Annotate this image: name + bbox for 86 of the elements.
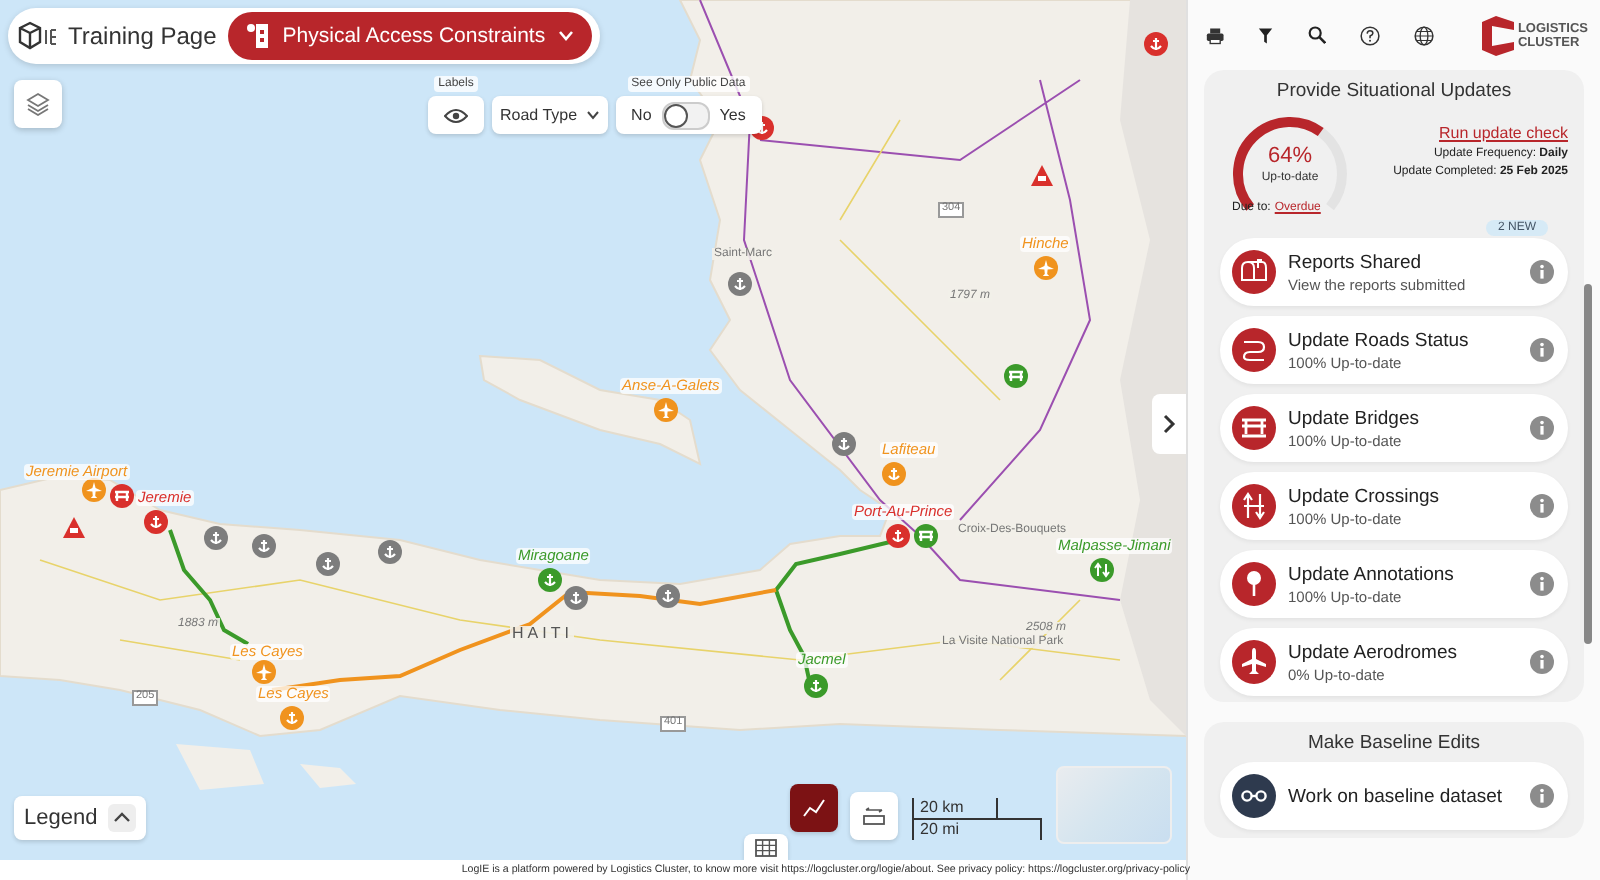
bridge-pin-icon[interactable] <box>110 484 134 508</box>
anchor-pin-icon[interactable] <box>564 586 588 610</box>
chevron-right-icon <box>1162 414 1176 434</box>
glasses-icon <box>1232 774 1276 818</box>
expand-panel-button[interactable] <box>1152 394 1186 454</box>
warning-triangle-icon[interactable] <box>1030 164 1054 188</box>
anchor-pin-icon[interactable] <box>316 552 340 576</box>
anchor-pin-icon[interactable] <box>144 510 168 534</box>
airplane-pin-icon[interactable] <box>82 478 106 502</box>
anchor-pin-icon[interactable] <box>204 526 228 550</box>
legend-button[interactable]: Legend <box>14 796 146 840</box>
info-icon[interactable] <box>1530 572 1554 596</box>
card-title: Make Baseline Edits <box>1305 732 1483 754</box>
toggle-off-label: No <box>631 106 652 124</box>
baseline-list-item[interactable]: Work on baseline dataset <box>1220 762 1568 830</box>
document-icon <box>246 22 271 50</box>
toggle-switch[interactable] <box>661 101 710 129</box>
anchor-pin-icon[interactable] <box>728 272 752 296</box>
airplane-icon <box>1232 640 1276 684</box>
cube-logo-icon <box>16 20 60 52</box>
minimap-thumbnail[interactable] <box>1056 766 1172 844</box>
item-title: Reports Shared <box>1288 251 1424 273</box>
cluster-logo-icon <box>1479 13 1516 57</box>
anchor-pin-icon[interactable] <box>280 706 304 730</box>
item-title: Update Aerodromes <box>1288 641 1459 663</box>
arrows-icon <box>1232 484 1276 528</box>
anchor-pin-icon[interactable] <box>252 534 276 558</box>
ruler-icon <box>862 806 886 826</box>
airplane-pin-icon[interactable] <box>1034 256 1058 280</box>
info-icon[interactable] <box>1530 784 1554 808</box>
item-title: Update Crossings <box>1288 485 1442 507</box>
anchor-pin-icon[interactable] <box>804 674 828 698</box>
item-title: Update Roads Status <box>1288 329 1471 351</box>
bridge-icon <box>1232 406 1276 450</box>
search-icon[interactable] <box>1307 24 1326 46</box>
country-label: HAITI <box>510 626 575 642</box>
scale-bar-km: 20 km <box>912 798 998 820</box>
table-button[interactable] <box>744 834 788 860</box>
bridge-pin-icon[interactable] <box>914 524 938 548</box>
labels-toggle-button[interactable] <box>428 96 484 134</box>
table-icon <box>754 837 778 857</box>
road-type-dropdown[interactable]: Road Type <box>492 96 608 134</box>
anchor-pin-icon[interactable] <box>1144 32 1168 56</box>
route-icon <box>1232 328 1276 372</box>
toggle-on-label: Yes <box>719 106 746 124</box>
help-icon[interactable] <box>1359 23 1380 47</box>
warning-triangle-icon[interactable] <box>62 516 86 540</box>
airplane-pin-icon[interactable] <box>654 398 678 422</box>
anchor-pin-icon[interactable] <box>886 524 910 548</box>
gauge-percent: 64% <box>1265 144 1315 168</box>
anchor-pin-icon[interactable] <box>378 540 402 564</box>
caret-icon <box>585 110 600 120</box>
info-icon[interactable] <box>1530 494 1554 518</box>
filter-icon[interactable] <box>1258 25 1274 45</box>
anchor-pin-icon[interactable] <box>882 462 906 486</box>
anchor-pin-icon[interactable] <box>832 432 856 456</box>
border-crossing-pin-icon[interactable] <box>1090 558 1114 582</box>
item-title: Update Annotations <box>1288 563 1456 585</box>
eye-icon <box>444 107 468 123</box>
caret-icon <box>557 30 574 42</box>
mailbox-icon <box>1232 250 1276 294</box>
caret-up-icon <box>107 804 136 832</box>
print-icon[interactable] <box>1206 25 1225 45</box>
line-chart-icon <box>802 798 826 818</box>
measure-button[interactable] <box>850 792 898 840</box>
item-title: Update Bridges <box>1288 407 1421 429</box>
info-icon[interactable] <box>1530 650 1554 674</box>
layer-dropdown[interactable]: Physical Access Constraints <box>228 12 592 60</box>
scrollbar[interactable] <box>1584 284 1592 644</box>
chart-button[interactable] <box>790 784 838 832</box>
scale-bar-mi: 20 mi <box>912 818 1042 840</box>
info-icon[interactable] <box>1530 416 1554 440</box>
run-update-check-link[interactable]: Run update check <box>1439 124 1568 142</box>
card-title: Provide Situational Updates <box>1274 80 1514 102</box>
info-icon[interactable] <box>1530 338 1554 362</box>
page-title: Training Page <box>68 22 217 50</box>
item-title: Work on baseline dataset <box>1288 785 1505 807</box>
layers-icon <box>26 92 50 116</box>
layers-button[interactable] <box>14 80 62 128</box>
anchor-pin-icon[interactable] <box>538 568 562 592</box>
anchor-pin-icon[interactable] <box>656 584 680 608</box>
info-icon[interactable] <box>1530 260 1554 284</box>
globe-icon[interactable] <box>1413 23 1434 47</box>
airplane-pin-icon[interactable] <box>252 660 276 684</box>
bridge-pin-icon[interactable] <box>1004 364 1028 388</box>
pin-icon <box>1232 562 1276 606</box>
